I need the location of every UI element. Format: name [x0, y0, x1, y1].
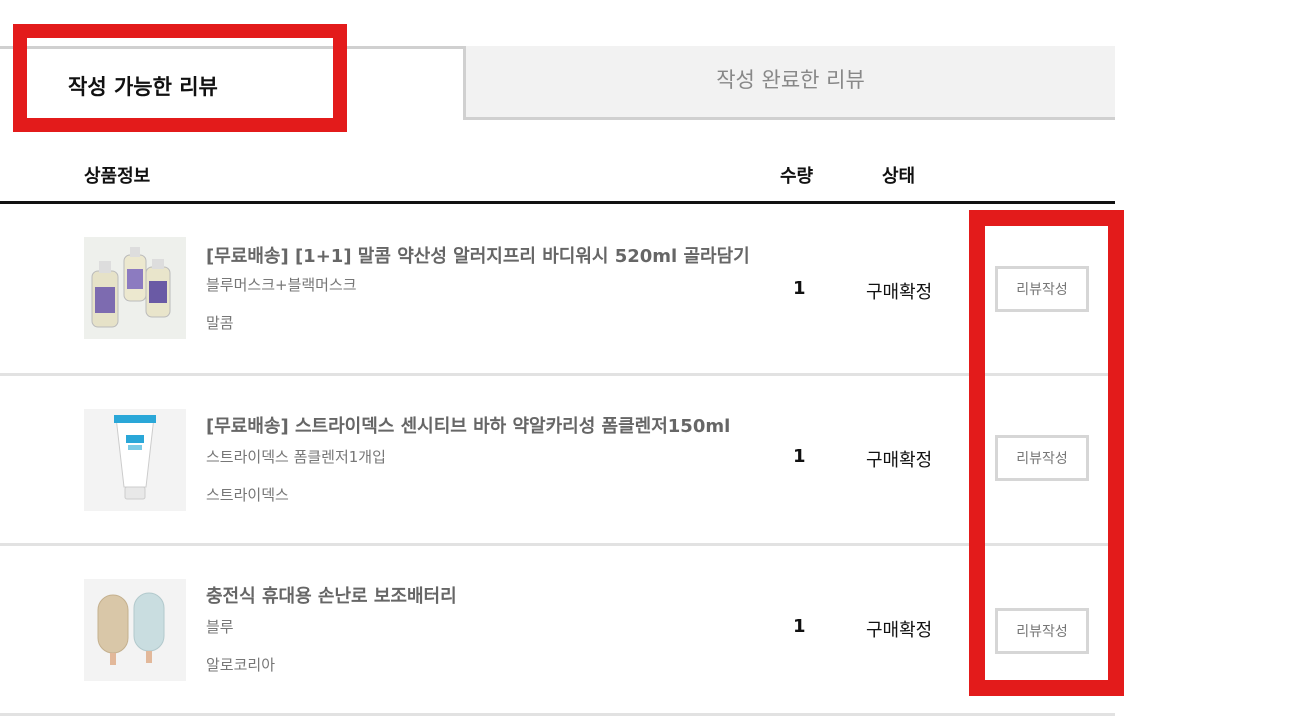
- product-option: 블루머스크+블랙머스크: [206, 276, 357, 294]
- product-brand: 말콤: [206, 314, 234, 332]
- order-status: 구매확정: [866, 450, 933, 471]
- product-option: 스트라이덱스 폼클렌저1개입: [206, 448, 386, 466]
- product-thumbnail[interactable]: [84, 237, 186, 339]
- order-status: 구매확정: [866, 282, 933, 303]
- table-header: 상품정보 수량 상태: [0, 150, 1115, 204]
- product-name[interactable]: [무료배송] [1+1] 말콤 약산성 알러지프리 바디워시 520ml 골라담…: [206, 242, 750, 268]
- quantity-value: 1: [793, 616, 806, 637]
- product-option: 블루: [206, 618, 234, 636]
- bodywash-bottles-image: [84, 237, 186, 339]
- quantity-value: 1: [793, 446, 806, 467]
- product-brand: 알로코리아: [206, 656, 276, 674]
- tab-completed-label: 작성 완료한 리뷰: [716, 68, 865, 92]
- hand-warmer-image: [84, 579, 186, 681]
- order-status: 구매확정: [866, 620, 933, 641]
- product-thumbnail[interactable]: [84, 409, 186, 511]
- product-name[interactable]: [무료배송] 스트라이덱스 센시티브 바하 약알카리성 폼클렌저150ml: [206, 412, 730, 438]
- cleanser-tube-image: [84, 409, 186, 511]
- header-status: 상태: [882, 166, 916, 187]
- table-row: 충전식 휴대용 손난로 보조배터리 블루 알로코리아 1 구매확정 리뷰작성: [0, 546, 1115, 716]
- highlight-box-tab: [13, 24, 347, 132]
- table-row: [무료배송] 스트라이덱스 센시티브 바하 약알카리성 폼클렌저150ml 스트…: [0, 376, 1115, 546]
- quantity-value: 1: [793, 278, 806, 299]
- tab-completed-reviews[interactable]: 작성 완료한 리뷰: [466, 46, 1115, 120]
- product-name[interactable]: 충전식 휴대용 손난로 보조배터리: [206, 582, 457, 608]
- header-product-info: 상품정보: [84, 166, 151, 187]
- header-quantity: 수량: [780, 166, 814, 187]
- table-row: [무료배송] [1+1] 말콤 약산성 알러지프리 바디워시 520ml 골라담…: [0, 206, 1115, 376]
- product-brand: 스트라이덱스: [206, 486, 289, 504]
- highlight-box-review-buttons: [969, 210, 1124, 696]
- product-thumbnail[interactable]: [84, 579, 186, 681]
